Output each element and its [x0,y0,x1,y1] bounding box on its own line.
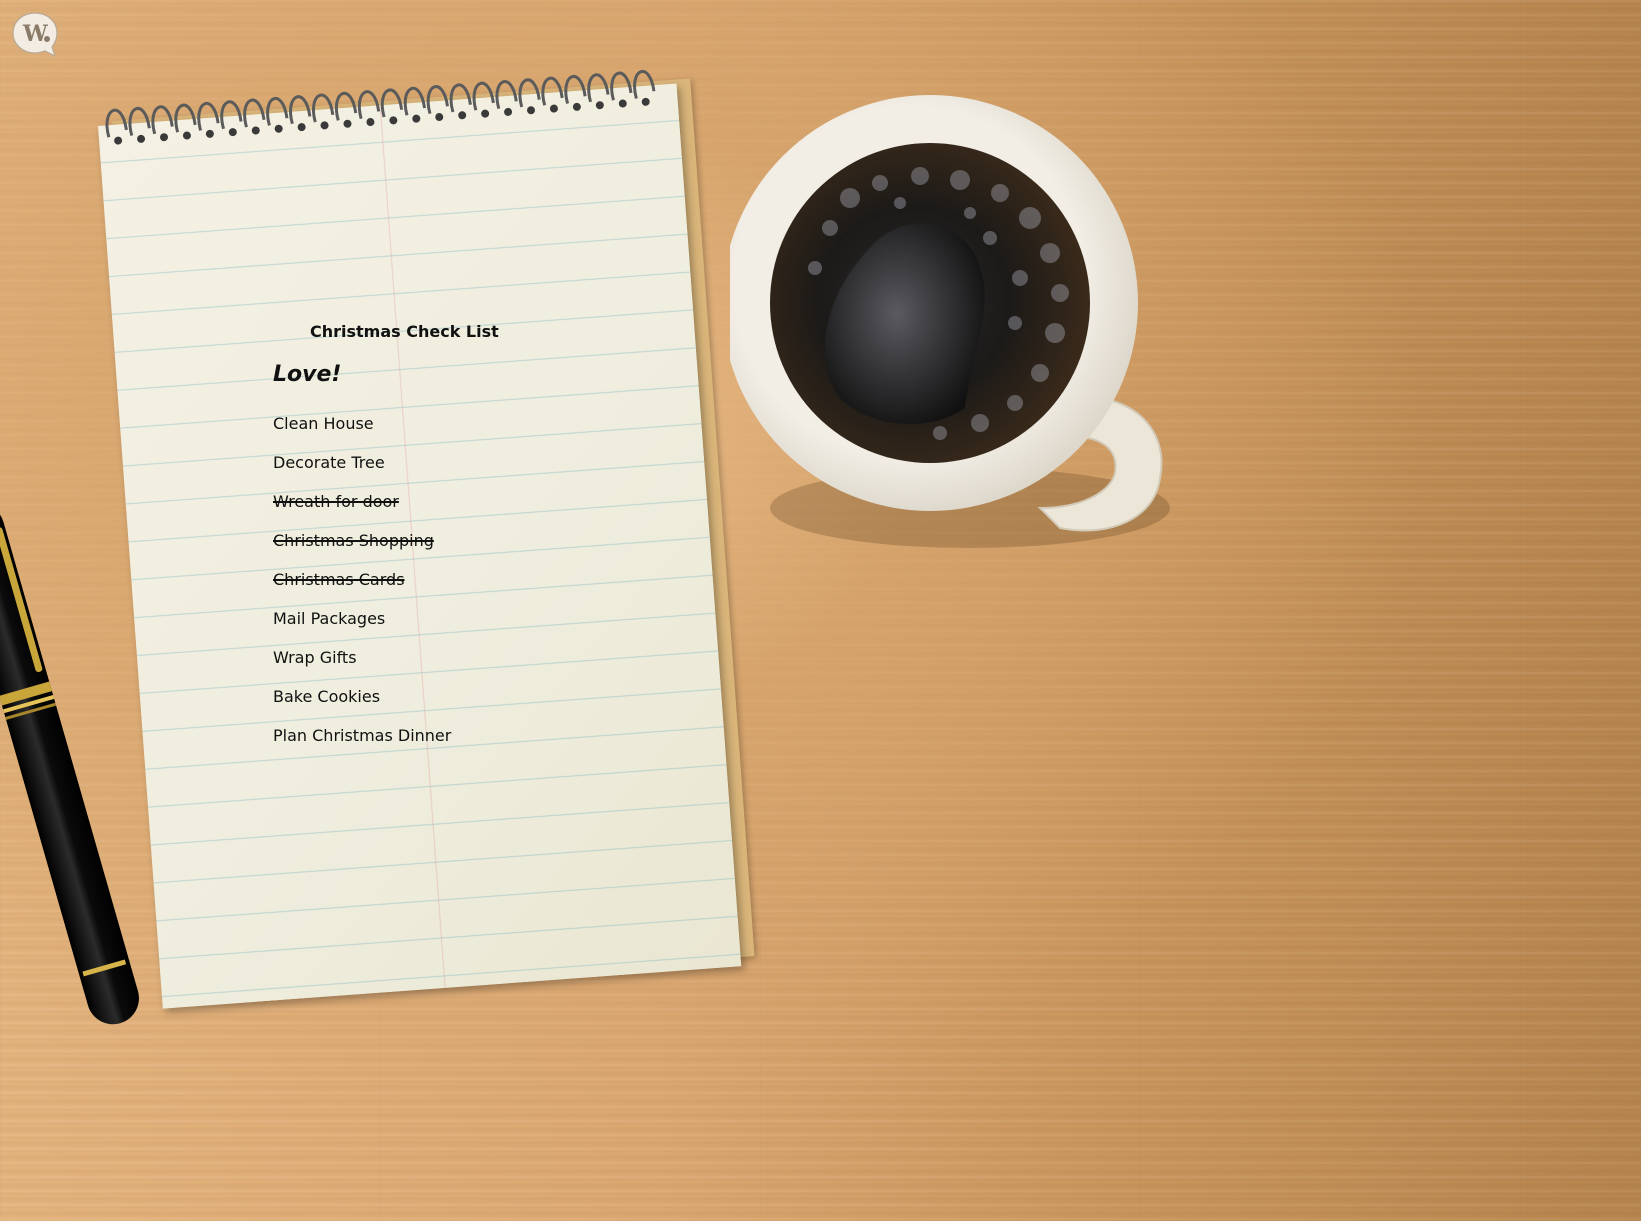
coffee-cup-icon [730,95,1170,548]
list-item-done: Wreath for door [273,492,451,531]
list-item: Bake Cookies [273,687,451,726]
list-item: Wrap Gifts [273,648,451,687]
list-item-label: Wrap Gifts [273,648,357,667]
list-item-label: Bake Cookies [273,687,381,706]
list-item-label: Mail Packages [273,609,386,628]
list-item-done: Christmas Shopping [273,531,451,570]
chat-bubble-logo-icon: W [12,12,58,57]
list-item: Decorate Tree [273,453,451,492]
list-item-label: Christmas Shopping [273,531,434,550]
list-item: Plan Christmas Dinner [273,726,451,765]
list-item-done: Christmas Cards [273,570,451,609]
list-item-label: Decorate Tree [273,453,385,472]
checklist-items: Clean House Decorate Tree Wreath for doo… [273,414,451,765]
svg-text:W: W [22,21,48,47]
list-item-label: Clean House [273,414,374,433]
list-item-label: Christmas Cards [273,570,405,589]
checklist-title: Christmas Check List [310,322,499,341]
list-item: Mail Packages [273,609,451,648]
list-item: Clean House [273,414,451,453]
checklist-heading: Love! [273,362,342,387]
list-item-label: Plan Christmas Dinner [273,726,452,745]
list-item-label: Wreath for door [273,492,399,511]
